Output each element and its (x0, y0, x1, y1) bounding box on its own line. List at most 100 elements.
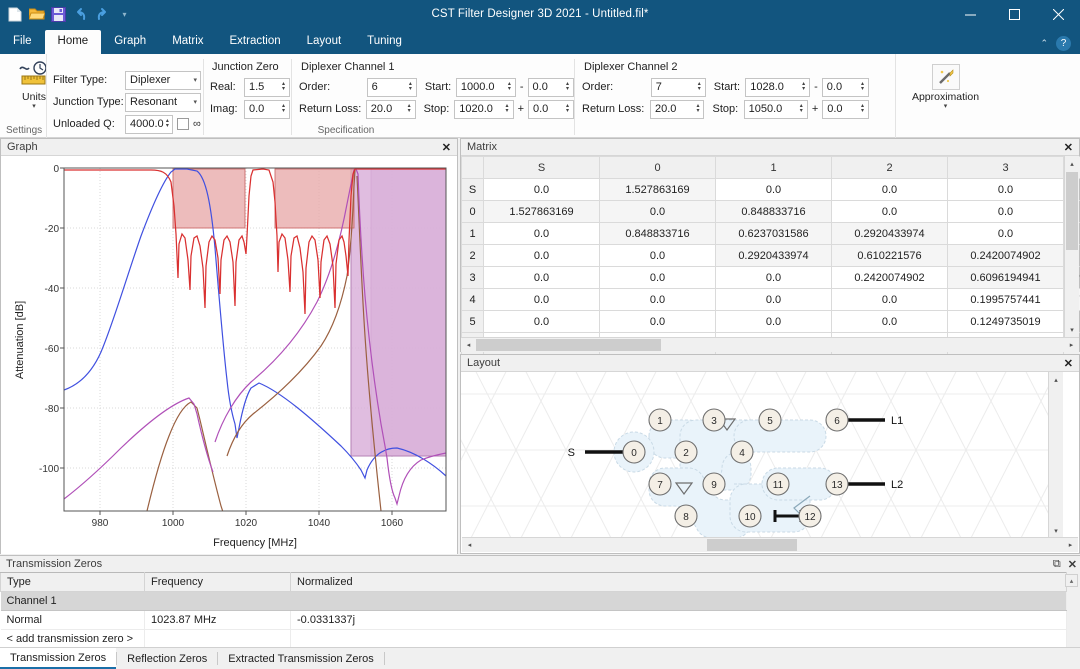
ch1-return-loss-input[interactable]: 20.0 ▴▾ (366, 100, 416, 119)
junction-type-combo[interactable]: Resonant ▾ (125, 93, 201, 112)
spinner-icon[interactable]: ▴▾ (503, 104, 512, 114)
scroll-track[interactable] (476, 338, 1064, 352)
spinner-icon[interactable]: ▴▾ (858, 82, 867, 92)
tab-graph[interactable]: Graph (101, 30, 159, 54)
matrix-cell[interactable]: 0.0 (948, 179, 1064, 201)
spinner-icon[interactable]: ▴▾ (799, 82, 808, 92)
matrix-panel-close-icon[interactable]: ✕ (1062, 141, 1075, 154)
matrix-col-S[interactable]: S (484, 157, 600, 179)
table-row[interactable]: 3 0.0 0.0 0.0 0.2420074902 0.6096194941 … (462, 267, 1080, 289)
tab-extracted-transmission-zeros[interactable]: Extracted Transmission Zeros (218, 648, 384, 669)
matrix-vertical-scrollbar[interactable]: ▴ ▾ (1064, 156, 1079, 337)
ch1-stop-input[interactable]: 1020.0 ▴▾ (454, 100, 513, 119)
scroll-thumb[interactable] (476, 339, 661, 351)
matrix-cell[interactable]: 0.2420074902 (948, 245, 1064, 267)
tz-scroll-up-icon[interactable]: ▴ (1065, 574, 1078, 587)
matrix-cell[interactable]: 0.0 (948, 223, 1064, 245)
spinner-icon[interactable]: ▴▾ (279, 82, 288, 92)
help-icon[interactable]: ? (1056, 36, 1071, 51)
scroll-thumb[interactable] (707, 539, 797, 551)
scroll-up-icon[interactable]: ▴ (1049, 372, 1063, 387)
matrix-cell[interactable]: 0.0 (600, 201, 716, 223)
graph-plot-area[interactable]: 0 -20 -40 -60 -80 -100 980 1000 1020 104… (1, 156, 457, 554)
ch1-plus-input[interactable]: 0.0 ▴▾ (528, 100, 574, 119)
spinner-icon[interactable]: ▴▾ (279, 104, 288, 114)
matrix-cell[interactable]: 0.0 (832, 201, 948, 223)
matrix-col-3[interactable]: 3 (948, 157, 1064, 179)
matrix-cell[interactable]: 0.0 (484, 245, 600, 267)
tz-col-type[interactable]: Type (1, 573, 145, 592)
transmission-zeros-close-icon[interactable]: ✕ (1068, 558, 1077, 571)
coupling-matrix-table[interactable]: S 0 1 2 3 4 S 0.0 1.527863169 0.0 0.0 (461, 156, 1080, 355)
tab-matrix[interactable]: Matrix (159, 30, 216, 54)
matrix-cell[interactable]: 0.0 (484, 289, 600, 311)
scroll-right-icon[interactable]: ▸ (1063, 538, 1078, 552)
tz-normalized-cell[interactable]: -0.0331337j (291, 611, 1067, 630)
matrix-cell[interactable]: 0.2920433974 (716, 245, 832, 267)
spinner-icon[interactable]: ▴▾ (505, 82, 514, 92)
matrix-cell[interactable]: 0.6096194941 (948, 267, 1064, 289)
matrix-cell[interactable]: 0.0 (600, 245, 716, 267)
tab-tuning[interactable]: Tuning (354, 30, 415, 54)
matrix-table-container[interactable]: S 0 1 2 3 4 S 0.0 1.527863169 0.0 0.0 (461, 156, 1079, 352)
tz-col-frequency[interactable]: Frequency (145, 573, 291, 592)
tab-home[interactable]: Home (45, 30, 102, 54)
tab-reflection-zeros[interactable]: Reflection Zeros (117, 648, 217, 669)
ch2-plus-input[interactable]: 0.0 ▴▾ (822, 100, 869, 119)
scroll-track[interactable] (477, 538, 1063, 552)
open-icon[interactable] (28, 6, 45, 23)
layout-panel-close-icon[interactable]: ✕ (1062, 357, 1075, 370)
undo-icon[interactable] (72, 6, 89, 23)
matrix-cell[interactable]: 0.0 (484, 267, 600, 289)
matrix-col-2[interactable]: 2 (832, 157, 948, 179)
ch1-minus-input[interactable]: 0.0 ▴▾ (528, 78, 574, 97)
redo-icon[interactable] (94, 6, 111, 23)
matrix-cell[interactable]: 0.1249735019 (948, 311, 1064, 333)
matrix-cell[interactable]: 0.1995757441 (948, 289, 1064, 311)
spinner-icon[interactable]: ▴▾ (797, 104, 806, 114)
unloaded-q-input[interactable]: 4000.0 ▴▾ (125, 115, 173, 134)
tz-empty-cell[interactable] (291, 630, 1067, 649)
table-row[interactable]: 4 0.0 0.0 0.0 0.0 0.1995757441 0.37234 (462, 289, 1080, 311)
table-row[interactable]: 2 0.0 0.0 0.2920433974 0.610221576 0.242… (462, 245, 1080, 267)
imag-input[interactable]: 0.0 ▴▾ (244, 100, 290, 119)
ch2-stop-input[interactable]: 1050.0 ▴▾ (744, 100, 808, 119)
spinner-icon[interactable]: ▴▾ (858, 104, 867, 114)
matrix-cell[interactable]: 0.2920433974 (832, 223, 948, 245)
matrix-cell[interactable]: 0.610221576 (832, 245, 948, 267)
scroll-thumb[interactable] (1066, 172, 1078, 250)
table-row[interactable]: 5 0.0 0.0 0.0 0.0 0.1249735019 0.21241 (462, 311, 1080, 333)
spinner-icon[interactable]: ▴▾ (563, 82, 572, 92)
spinner-icon[interactable]: ▴▾ (164, 119, 171, 129)
tz-add-row[interactable]: < add transmission zero > (1, 630, 1067, 649)
approximation-dropdown-icon[interactable]: ▾ (944, 104, 948, 110)
matrix-cell[interactable]: 0.0 (484, 179, 600, 201)
scroll-down-icon[interactable]: ▾ (1049, 523, 1063, 538)
matrix-cell[interactable]: 1.527863169 (484, 201, 600, 223)
ch2-minus-input[interactable]: 0.0 ▴▾ (822, 78, 869, 97)
scroll-right-icon[interactable]: ▸ (1064, 338, 1079, 352)
tz-col-normalized[interactable]: Normalized (291, 573, 1067, 592)
matrix-col-0[interactable]: 0 (600, 157, 716, 179)
maximize-button[interactable] (992, 0, 1036, 28)
spinner-icon[interactable]: ▴▾ (695, 82, 704, 92)
matrix-cell[interactable]: 0.848833716 (716, 201, 832, 223)
spinner-icon[interactable]: ▴▾ (406, 82, 415, 92)
matrix-cell[interactable]: 0.0 (832, 311, 948, 333)
minimize-button[interactable] (948, 0, 992, 28)
matrix-col-1[interactable]: 1 (716, 157, 832, 179)
matrix-cell[interactable]: 0.0 (716, 267, 832, 289)
layout-horizontal-scrollbar[interactable]: ◂ ▸ (462, 537, 1078, 552)
float-panel-icon[interactable]: ⧉ (1053, 558, 1061, 571)
table-row[interactable]: Normal 1023.87 MHz -0.0331337j (1, 611, 1067, 630)
matrix-cell[interactable]: 0.6237031586 (716, 223, 832, 245)
topology-canvas[interactable]: 0 1 2 3 4 5 6 7 8 9 10 11 12 13 (461, 372, 1063, 538)
graph-panel-close-icon[interactable]: ✕ (440, 141, 453, 154)
scroll-left-icon[interactable]: ◂ (461, 338, 476, 352)
ch1-start-input[interactable]: 1000.0 ▴▾ (456, 78, 516, 97)
matrix-cell[interactable]: 0.0 (832, 179, 948, 201)
matrix-cell[interactable]: 0.0 (600, 289, 716, 311)
new-icon[interactable] (6, 6, 23, 23)
save-icon[interactable] (50, 6, 67, 23)
matrix-cell[interactable]: 0.0 (832, 289, 948, 311)
